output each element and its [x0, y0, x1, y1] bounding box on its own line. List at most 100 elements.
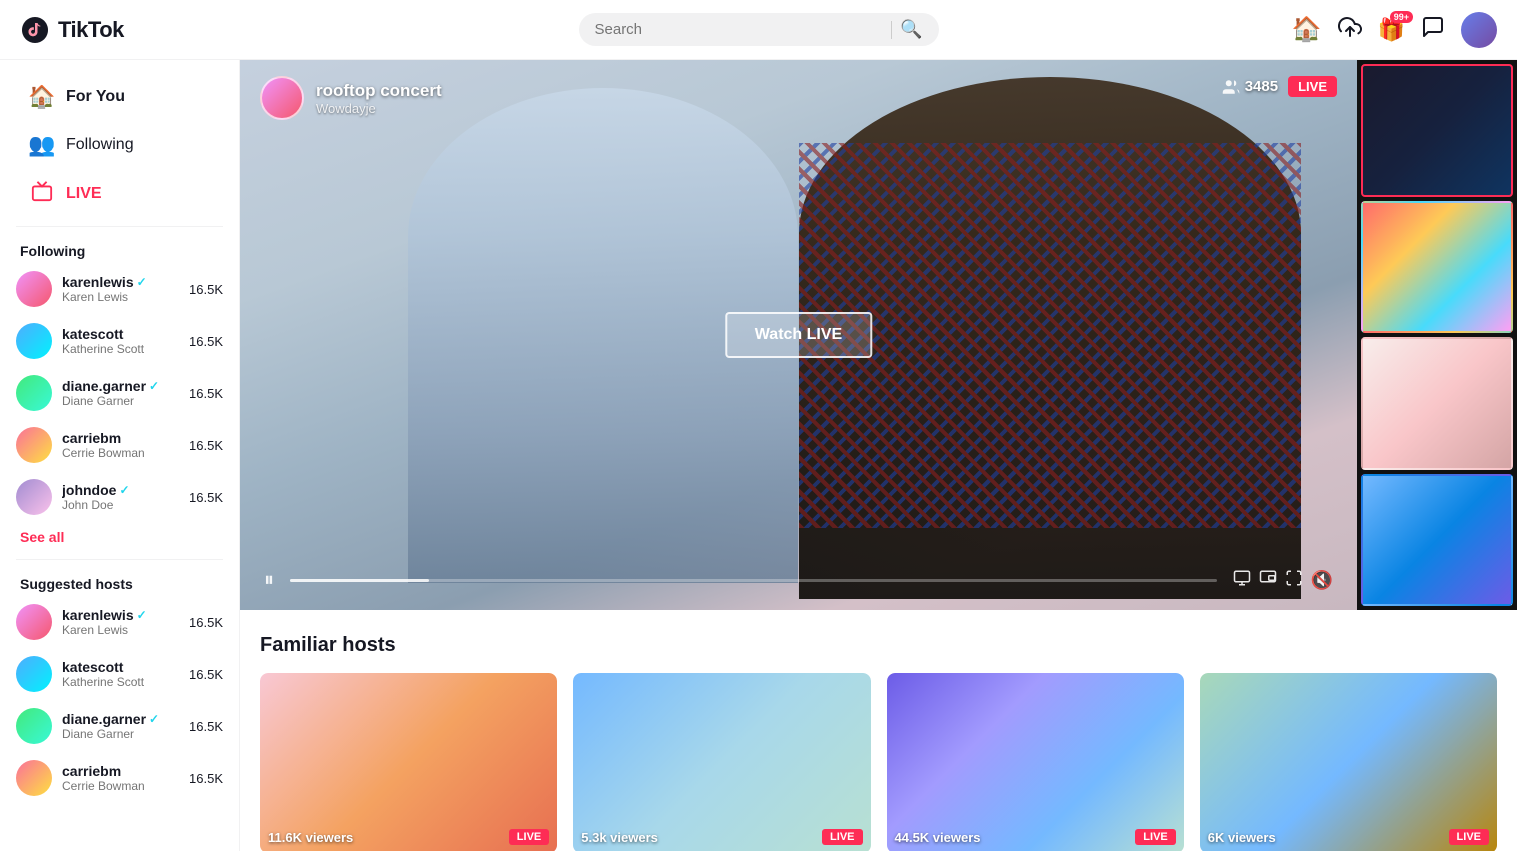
nav-item-live[interactable]: LIVE — [8, 170, 231, 218]
volume-button[interactable]: 🔇 — [1307, 566, 1337, 595]
follower-display-name: Diane Garner — [62, 727, 185, 741]
follower-username: katescott — [62, 326, 185, 342]
viewers-icon — [1222, 78, 1240, 96]
pip-button[interactable] — [1255, 565, 1281, 596]
follower-count: 16.5K — [189, 334, 223, 349]
host-thumbnail: 11.6K viewersLIVE — [260, 673, 557, 851]
follower-count: 16.5K — [189, 282, 223, 297]
progress-bar-container[interactable] — [290, 579, 1217, 582]
follower-count: 16.5K — [189, 771, 223, 786]
follower-display-name: Cerrie Bowman — [62, 446, 185, 460]
hero-channel-handle: Wowdayje — [316, 101, 442, 116]
screen-mode-button[interactable] — [1229, 565, 1255, 596]
follower-display-name: John Doe — [62, 498, 185, 512]
verified-icon: ✓ — [119, 483, 129, 497]
follower-display-name: Karen Lewis — [62, 623, 185, 637]
search-input[interactable] — [595, 21, 884, 38]
content-area: rooftop concert Wowdayje 3485 LIVE Watch… — [240, 60, 1517, 851]
follower-username: katescott — [62, 659, 185, 675]
following-list-item[interactable]: diane.garner✓Diane Garner16.5K — [0, 367, 239, 419]
follower-display-name: Cerrie Bowman — [62, 779, 185, 793]
host-viewer-count: 44.5K viewers — [895, 830, 981, 845]
host-live-badge: LIVE — [822, 829, 862, 845]
following-list-item[interactable]: carriebmCerrie Bowman 16.5K — [0, 752, 239, 804]
follower-info: katescottKatherine Scott — [62, 659, 185, 689]
following-list-item[interactable]: carriebmCerrie Bowman16.5K — [0, 419, 239, 471]
upload-icon[interactable] — [1338, 15, 1362, 45]
follower-avatar — [16, 656, 52, 692]
follower-avatar — [16, 323, 52, 359]
side-thumb-2[interactable] — [1361, 201, 1513, 334]
see-all-button[interactable]: See all — [0, 523, 84, 551]
follower-display-name: Karen Lewis — [62, 290, 185, 304]
follower-avatar — [16, 604, 52, 640]
user-avatar[interactable] — [1461, 12, 1497, 48]
following-list: karenlewis✓Karen Lewis16.5KkatescottKath… — [0, 263, 239, 523]
following-list-item[interactable]: johndoe✓John Doe16.5K — [0, 471, 239, 523]
following-section-label: Following — [0, 235, 239, 263]
sidebar-divider — [16, 226, 223, 227]
gift-icon-wrap[interactable]: 🎁 99+ — [1378, 17, 1405, 43]
logo-area[interactable]: TikTok — [20, 15, 250, 45]
follower-info: carriebmCerrie Bowman — [62, 763, 185, 793]
follower-username: carriebm — [62, 430, 185, 446]
host-thumbnail: 6K viewersLIVE — [1200, 673, 1497, 851]
hero-live-badge: LIVE — [1288, 76, 1337, 97]
side-thumb-4[interactable] — [1361, 474, 1513, 607]
follower-info: johndoe✓John Doe — [62, 482, 185, 512]
side-thumb-3[interactable] — [1361, 337, 1513, 470]
hosts-grid: 11.6K viewersLIVECeltics @ Heat | NBA on… — [260, 673, 1497, 851]
follower-info: carriebmCerrie Bowman — [62, 430, 185, 460]
follower-info: karenlewis✓Karen Lewis — [62, 274, 185, 304]
hero-channel-name: rooftop concert — [316, 81, 442, 101]
header: TikTok 🔍 🏠 🎁 99+ — [0, 0, 1517, 60]
viewer-count-number: 3485 — [1245, 78, 1278, 95]
follower-info: diane.garner✓Diane Garner — [62, 711, 185, 741]
search-button[interactable]: 🔍 — [900, 19, 922, 40]
follower-avatar — [16, 708, 52, 744]
follower-display-name: Katherine Scott — [62, 342, 185, 356]
home-icon[interactable]: 🏠 — [1292, 15, 1322, 44]
host-thumbnail: 44.5K viewersLIVE — [887, 673, 1184, 851]
notification-badge: 99+ — [1390, 11, 1413, 23]
fullscreen-button[interactable] — [1281, 565, 1307, 596]
follower-username: diane.garner✓ — [62, 378, 185, 394]
follower-username: karenlewis✓ — [62, 274, 185, 290]
follower-display-name: Katherine Scott — [62, 675, 185, 689]
nav-item-for-you[interactable]: 🏠 For You — [8, 74, 231, 120]
hero-channel-avatar[interactable] — [260, 76, 304, 120]
following-list-item[interactable]: karenlewis✓Karen Lewis 16.5K — [0, 263, 239, 315]
pause-button[interactable]: ⏸ — [260, 565, 278, 596]
follower-count: 16.5K — [189, 386, 223, 401]
host-card[interactable]: 5.3k viewersLIVEHad so much fun with thi… — [573, 673, 870, 851]
side-thumb-1[interactable] — [1361, 64, 1513, 197]
familiar-hosts-section: Familiar hosts 11.6K viewersLIVECeltics … — [240, 610, 1517, 851]
follower-count: 16.5K — [189, 719, 223, 734]
host-card[interactable]: 44.5K viewersLIVEFollow us for more van … — [887, 673, 1184, 851]
main-layout: 🏠 For You 👥 Following LIVE Following kar… — [0, 60, 1517, 851]
for-you-label: For You — [66, 88, 125, 106]
host-viewer-count: 5.3k viewers — [581, 830, 658, 845]
search-input-wrap[interactable]: 🔍 — [579, 13, 939, 46]
live-nav-icon — [28, 180, 56, 208]
message-icon[interactable] — [1421, 15, 1445, 45]
host-card[interactable]: 11.6K viewersLIVECeltics @ Heat | NBA on… — [260, 673, 557, 851]
home-nav-icon: 🏠 — [28, 84, 56, 110]
following-list-item[interactable]: karenlewis✓Karen Lewis16.5K — [0, 596, 239, 648]
follower-avatar — [16, 760, 52, 796]
follower-count: 16.5K — [189, 667, 223, 682]
header-right: 🏠 🎁 99+ — [1267, 12, 1497, 48]
host-live-badge: LIVE — [1449, 829, 1489, 845]
following-list-item[interactable]: diane.garner✓Diane Garner 16.5K — [0, 700, 239, 752]
host-card[interactable]: 6K viewersLIVESoaking up the gorgeous Sa… — [1200, 673, 1497, 851]
verified-icon: ✓ — [149, 379, 159, 393]
familiar-hosts-title: Familiar hosts — [260, 634, 1497, 657]
sidebar: 🏠 For You 👥 Following LIVE Following kar… — [0, 60, 240, 851]
host-viewer-count: 11.6K viewers — [268, 830, 353, 845]
nav-item-following[interactable]: 👥 Following — [8, 122, 231, 168]
hero-channel-info: rooftop concert Wowdayje — [316, 81, 442, 116]
following-list-item[interactable]: katescottKatherine Scott 16.5K — [0, 648, 239, 700]
suggested-section-label: Suggested hosts — [0, 568, 239, 596]
following-list-item[interactable]: katescottKatherine Scott 16.5K — [0, 315, 239, 367]
watch-live-button[interactable]: Watch LIVE — [725, 312, 872, 358]
